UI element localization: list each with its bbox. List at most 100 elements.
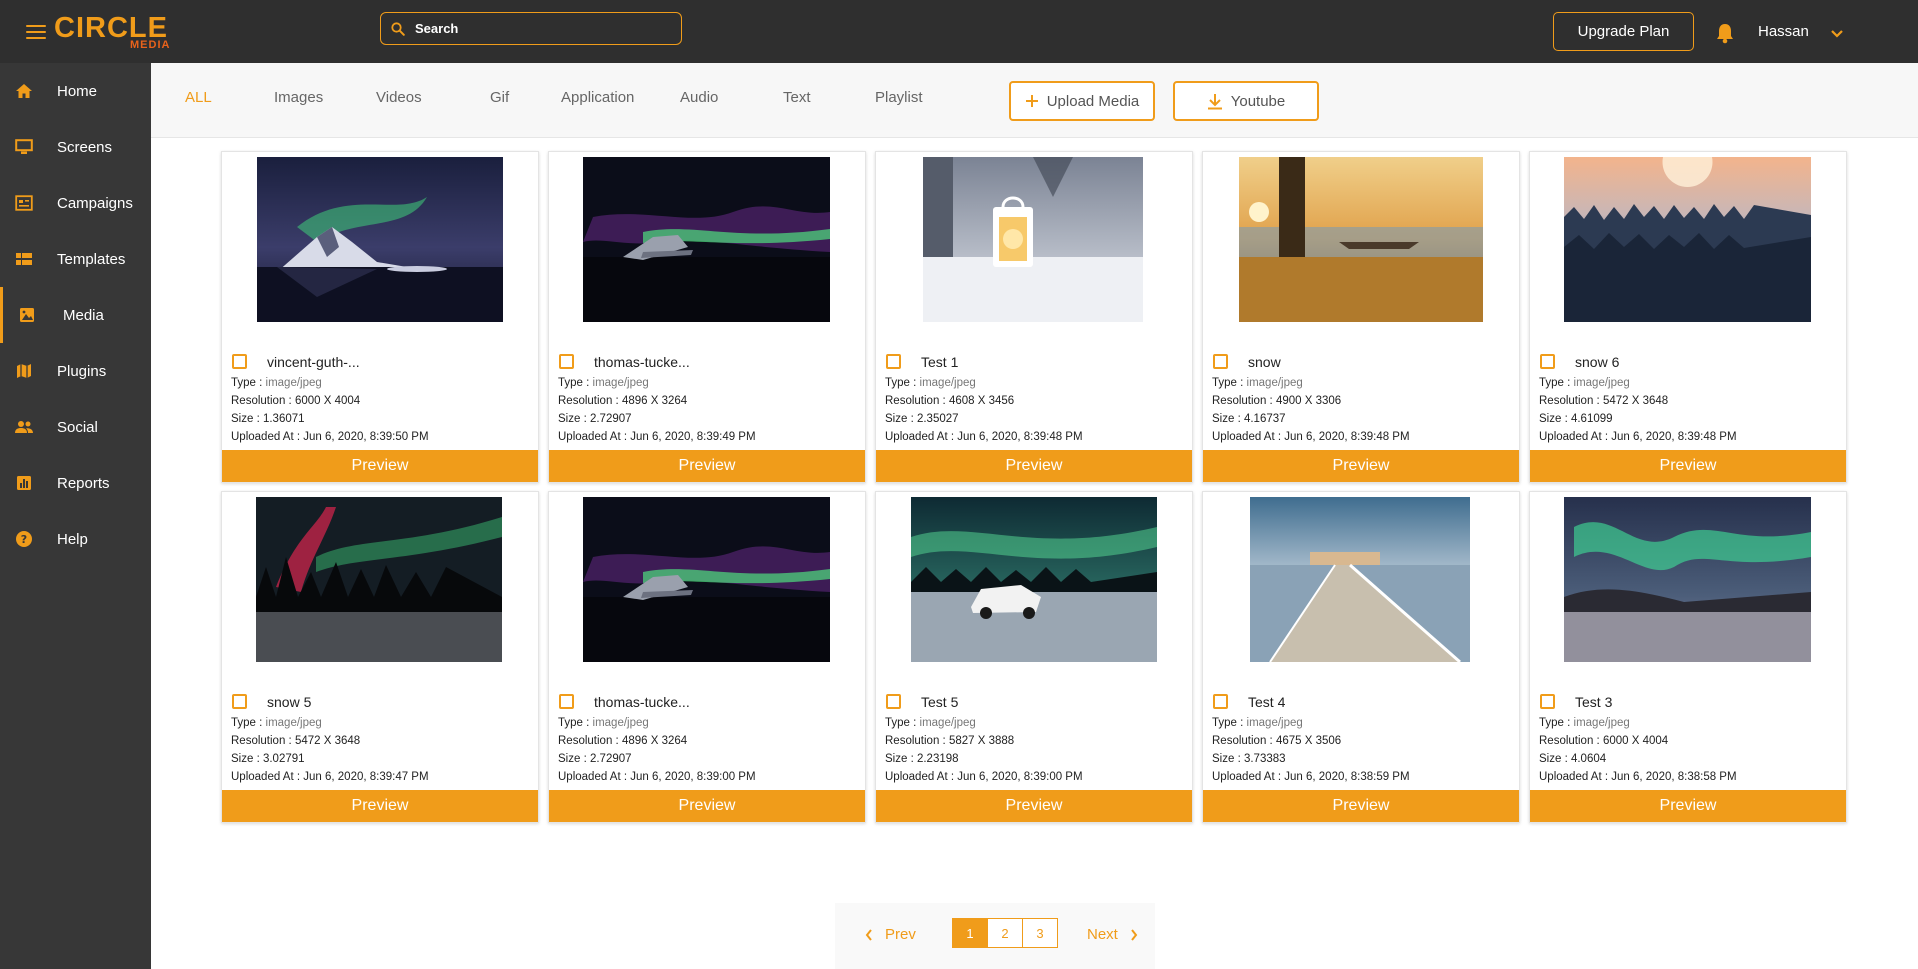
media-uploaded-value: Jun 6, 2020, 8:39:00 PM bbox=[957, 771, 1083, 783]
media-thumbnail[interactable] bbox=[911, 497, 1157, 662]
media-resolution-value: 4896 X 3264 bbox=[621, 735, 688, 747]
sidebar-item-social[interactable]: Social bbox=[0, 399, 151, 455]
sidebar-item-help[interactable]: ? Help bbox=[0, 511, 151, 567]
sidebar-item-plugins[interactable]: Plugins bbox=[0, 343, 151, 399]
tab-text[interactable]: Text bbox=[783, 89, 811, 107]
media-uploaded: Uploaded At : Jun 6, 2020, 8:39:00 PM bbox=[885, 770, 1083, 784]
media-size: Size : 2.35027 bbox=[885, 412, 959, 426]
preview-button[interactable]: Preview bbox=[549, 790, 865, 822]
preview-button[interactable]: Preview bbox=[876, 790, 1192, 822]
preview-button[interactable]: Preview bbox=[1203, 790, 1519, 822]
page-3-button[interactable]: 3 bbox=[1022, 918, 1058, 948]
media-card[interactable]: Test 1 Type : image/jpeg Resolution : 4608… bbox=[875, 151, 1193, 483]
media-resolution-label: Resolution : bbox=[558, 395, 622, 407]
media-resolution-value: 5472 X 3648 bbox=[294, 735, 361, 747]
media-thumbnail[interactable] bbox=[583, 497, 830, 662]
media-title: Test 5 bbox=[921, 694, 959, 710]
media-title: snow 6 bbox=[1575, 354, 1620, 370]
media-resolution-label: Resolution : bbox=[1212, 735, 1276, 747]
media-select-checkbox[interactable] bbox=[1213, 694, 1228, 709]
hamburger-menu-icon[interactable] bbox=[26, 25, 46, 39]
media-select-checkbox[interactable] bbox=[886, 694, 901, 709]
next-page-button[interactable]: Next bbox=[1087, 926, 1138, 944]
media-title: Test 1 bbox=[921, 354, 959, 370]
media-thumbnail[interactable] bbox=[1564, 497, 1811, 662]
sidebar-item-templates[interactable]: Templates bbox=[0, 231, 151, 287]
media-select-checkbox[interactable] bbox=[1213, 354, 1228, 369]
media-resolution: Resolution : 4896 X 3264 bbox=[558, 394, 687, 408]
prev-page-button[interactable]: Prev bbox=[865, 926, 916, 944]
preview-button[interactable]: Preview bbox=[1203, 450, 1519, 482]
sidebar-item-label: Media bbox=[63, 306, 104, 324]
page-2-button[interactable]: 2 bbox=[987, 918, 1023, 948]
sidebar-item-reports[interactable]: Reports bbox=[0, 455, 151, 511]
media-resolution-label: Resolution : bbox=[1539, 735, 1603, 747]
username[interactable]: Hassan bbox=[1758, 23, 1809, 41]
media-thumbnail[interactable] bbox=[1250, 497, 1470, 662]
upgrade-plan-button[interactable]: Upgrade Plan bbox=[1553, 12, 1694, 51]
media-thumbnail[interactable] bbox=[1564, 157, 1811, 322]
media-size-value: 4.61099 bbox=[1570, 413, 1613, 425]
preview-button[interactable]: Preview bbox=[222, 790, 538, 822]
media-card[interactable]: thomas-tucke... Type : image/jpeg Resoluti… bbox=[548, 151, 866, 483]
preview-button[interactable]: Preview bbox=[549, 450, 865, 482]
media-select-checkbox[interactable] bbox=[232, 354, 247, 369]
notification-bell-icon[interactable] bbox=[1715, 22, 1737, 44]
tab-application[interactable]: Application bbox=[561, 89, 634, 107]
media-thumbnail[interactable] bbox=[1239, 157, 1483, 322]
media-thumbnail[interactable] bbox=[923, 157, 1143, 322]
tab-playlist[interactable]: Playlist bbox=[875, 89, 923, 107]
sidebar-item-screens[interactable]: Screens bbox=[0, 119, 151, 175]
tab-audio[interactable]: Audio bbox=[680, 89, 718, 107]
logo[interactable]: CIRCLE MEDIA bbox=[54, 12, 184, 52]
tab-all[interactable]: ALL bbox=[185, 89, 212, 107]
media-select-checkbox[interactable] bbox=[1540, 354, 1555, 369]
media-uploaded: Uploaded At : Jun 6, 2020, 8:39:00 PM bbox=[558, 770, 756, 784]
media-select-checkbox[interactable] bbox=[559, 354, 574, 369]
media-type: Type : image/jpeg bbox=[1212, 376, 1303, 390]
media-card[interactable]: Test 4 Type : image/jpeg Resolution : 4675… bbox=[1202, 491, 1520, 823]
search-box[interactable] bbox=[380, 12, 682, 45]
sidebar-item-campaigns[interactable]: Campaigns bbox=[0, 175, 151, 231]
media-thumbnail[interactable] bbox=[257, 157, 503, 322]
sidebar-item-home[interactable]: Home bbox=[0, 63, 151, 119]
media-card[interactable]: vincent-guth-... Type : image/jpeg Resolut… bbox=[221, 151, 539, 483]
youtube-button[interactable]: Youtube bbox=[1173, 81, 1319, 121]
media-type-value: image/jpeg bbox=[592, 377, 649, 389]
media-size-value: 2.23198 bbox=[916, 753, 959, 765]
media-thumbnail[interactable] bbox=[256, 497, 502, 662]
media-select-checkbox[interactable] bbox=[232, 694, 247, 709]
media-card[interactable]: snow 6 Type : image/jpeg Resolution : 5472… bbox=[1529, 151, 1847, 483]
media-title: Test 4 bbox=[1248, 694, 1286, 710]
chevron-down-icon[interactable] bbox=[1830, 26, 1844, 38]
preview-button[interactable]: Preview bbox=[1530, 790, 1846, 822]
media-card[interactable]: snow 5 Type : image/jpeg Resolution : 5472… bbox=[221, 491, 539, 823]
media-select-checkbox[interactable] bbox=[559, 694, 574, 709]
media-size-value: 2.72907 bbox=[589, 753, 632, 765]
media-thumbnail[interactable] bbox=[583, 157, 830, 322]
sidebar-item-media[interactable]: Media bbox=[0, 287, 151, 343]
media-card[interactable]: snow Type : image/jpeg Resolution : 4900 X… bbox=[1202, 151, 1520, 483]
prev-label: Prev bbox=[885, 926, 916, 943]
search-input[interactable] bbox=[415, 21, 665, 36]
page-1-button[interactable]: 1 bbox=[952, 918, 988, 948]
media-type: Type : image/jpeg bbox=[1539, 716, 1630, 730]
media-type: Type : image/jpeg bbox=[231, 376, 322, 390]
preview-button[interactable]: Preview bbox=[1530, 450, 1846, 482]
preview-button[interactable]: Preview bbox=[876, 450, 1192, 482]
tab-videos[interactable]: Videos bbox=[376, 89, 422, 107]
media-card[interactable]: Test 3 Type : image/jpeg Resolution : 6000… bbox=[1529, 491, 1847, 823]
tab-images[interactable]: Images bbox=[274, 89, 323, 107]
media-uploaded: Uploaded At : Jun 6, 2020, 8:38:59 PM bbox=[1212, 770, 1410, 784]
preview-button[interactable]: Preview bbox=[222, 450, 538, 482]
media-size-label: Size : bbox=[1212, 413, 1244, 425]
media-select-checkbox[interactable] bbox=[1540, 694, 1555, 709]
media-select-checkbox[interactable] bbox=[886, 354, 901, 369]
sidebar-item-label: Home bbox=[57, 82, 98, 100]
tab-gif[interactable]: Gif bbox=[490, 89, 509, 107]
media-type: Type : image/jpeg bbox=[885, 376, 976, 390]
media-card[interactable]: Test 5 Type : image/jpeg Resolution : 5827… bbox=[875, 491, 1193, 823]
media-card[interactable]: thomas-tucke... Type : image/jpeg Resoluti… bbox=[548, 491, 866, 823]
media-title: thomas-tucke... bbox=[594, 694, 690, 710]
upload-media-button[interactable]: Upload Media bbox=[1009, 81, 1155, 121]
